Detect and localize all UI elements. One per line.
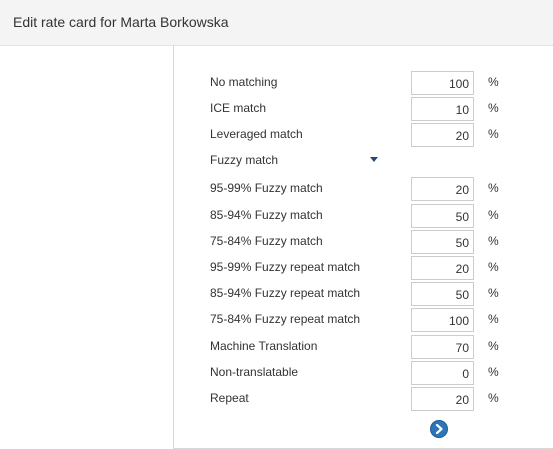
rate-value: 20: [455, 393, 469, 407]
percent-unit: %: [488, 365, 499, 379]
rate-label: 95-99% Fuzzy match: [210, 181, 323, 195]
rate-label: ICE match: [210, 101, 267, 115]
fuzzy-repeat-75-84-rate-input[interactable]: 100: [411, 308, 474, 332]
rate-label: 85-94% Fuzzy repeat match: [210, 286, 361, 300]
percent-unit: %: [488, 260, 499, 274]
rate-label: 85-94% Fuzzy match: [210, 208, 323, 222]
rate-row-fuzzy-repeat-95-99: 95-99% Fuzzy repeat match 20 %: [174, 256, 553, 280]
rate-value: 50: [455, 236, 469, 250]
chevron-right-icon: [435, 424, 443, 434]
rate-row-fuzzy-repeat-85-94: 85-94% Fuzzy repeat match 50 %: [174, 282, 553, 306]
percent-unit: %: [488, 339, 499, 353]
rate-row-no-matching: No matching 100 %: [174, 71, 553, 95]
fuzzy-95-99-rate-input[interactable]: 20: [411, 177, 474, 201]
fuzzy-85-94-rate-input[interactable]: 50: [411, 204, 474, 228]
fuzzy-repeat-95-99-rate-input[interactable]: 20: [411, 256, 474, 280]
percent-unit: %: [488, 208, 499, 222]
percent-unit: %: [488, 101, 499, 115]
next-button[interactable]: [430, 420, 448, 438]
rate-value: 10: [455, 103, 469, 117]
fuzzy-repeat-85-94-rate-input[interactable]: 50: [411, 282, 474, 306]
rate-row-machine-translation: Machine Translation 70 %: [174, 335, 553, 359]
rate-label: Machine Translation: [210, 339, 318, 353]
rate-row-fuzzy-repeat-75-84: 75-84% Fuzzy repeat match 100 %: [174, 308, 553, 332]
rate-row-repeat: Repeat 20 %: [174, 387, 553, 411]
percent-unit: %: [488, 75, 499, 89]
rate-row-fuzzy-75-84: 75-84% Fuzzy match 50 %: [174, 230, 553, 254]
caret-down-icon[interactable]: [370, 157, 378, 162]
repeat-rate-input[interactable]: 20: [411, 387, 474, 411]
edit-rate-card-page: Edit rate card for Marta Borkowska No ma…: [0, 0, 553, 449]
rate-row-non-translatable: Non-translatable 0 %: [174, 361, 553, 385]
page-header: Edit rate card for Marta Borkowska: [0, 0, 553, 46]
ice-match-rate-input[interactable]: 10: [411, 97, 474, 121]
rate-row-fuzzy-85-94: 85-94% Fuzzy match 50 %: [174, 204, 553, 228]
page-title: Edit rate card for Marta Borkowska: [13, 14, 229, 30]
rate-value: 20: [455, 183, 469, 197]
rate-label: Leveraged match: [210, 127, 303, 141]
percent-unit: %: [488, 312, 499, 326]
rate-value: 100: [448, 314, 469, 328]
rate-value: 20: [455, 262, 469, 276]
percent-unit: %: [488, 127, 499, 141]
machine-translation-rate-input[interactable]: 70: [411, 335, 474, 359]
percent-unit: %: [488, 286, 499, 300]
rate-row-fuzzy-95-99: 95-99% Fuzzy match 20 %: [174, 177, 553, 201]
rate-value: 70: [455, 341, 469, 355]
rate-label: 95-99% Fuzzy repeat match: [210, 260, 361, 274]
rate-value: 50: [455, 288, 469, 302]
rate-label: Repeat: [210, 391, 249, 405]
percent-unit: %: [488, 391, 499, 405]
leveraged-match-rate-input[interactable]: 20: [411, 123, 474, 147]
rate-value: 0: [462, 367, 469, 381]
rate-value: 50: [455, 210, 469, 224]
fuzzy-match-group-header[interactable]: Fuzzy match: [174, 149, 553, 173]
percent-unit: %: [488, 234, 499, 248]
rate-label: Non-translatable: [210, 365, 299, 379]
non-translatable-rate-input[interactable]: 0: [411, 361, 474, 385]
percent-unit: %: [488, 181, 499, 195]
fuzzy-75-84-rate-input[interactable]: 50: [411, 230, 474, 254]
rate-value: 100: [448, 77, 469, 91]
rate-label: No matching: [210, 75, 278, 89]
rate-value: 20: [455, 129, 469, 143]
fuzzy-match-label: Fuzzy match: [210, 153, 279, 167]
rate-card-panel: No matching 100 % ICE match 10 % Leverag…: [173, 46, 553, 449]
rate-row-leveraged-match: Leveraged match 20 %: [174, 123, 553, 147]
no-matching-rate-input[interactable]: 100: [411, 71, 474, 95]
rate-row-ice-match: ICE match 10 %: [174, 97, 553, 121]
rate-label: 75-84% Fuzzy repeat match: [210, 312, 361, 326]
rate-label: 75-84% Fuzzy match: [210, 234, 323, 248]
